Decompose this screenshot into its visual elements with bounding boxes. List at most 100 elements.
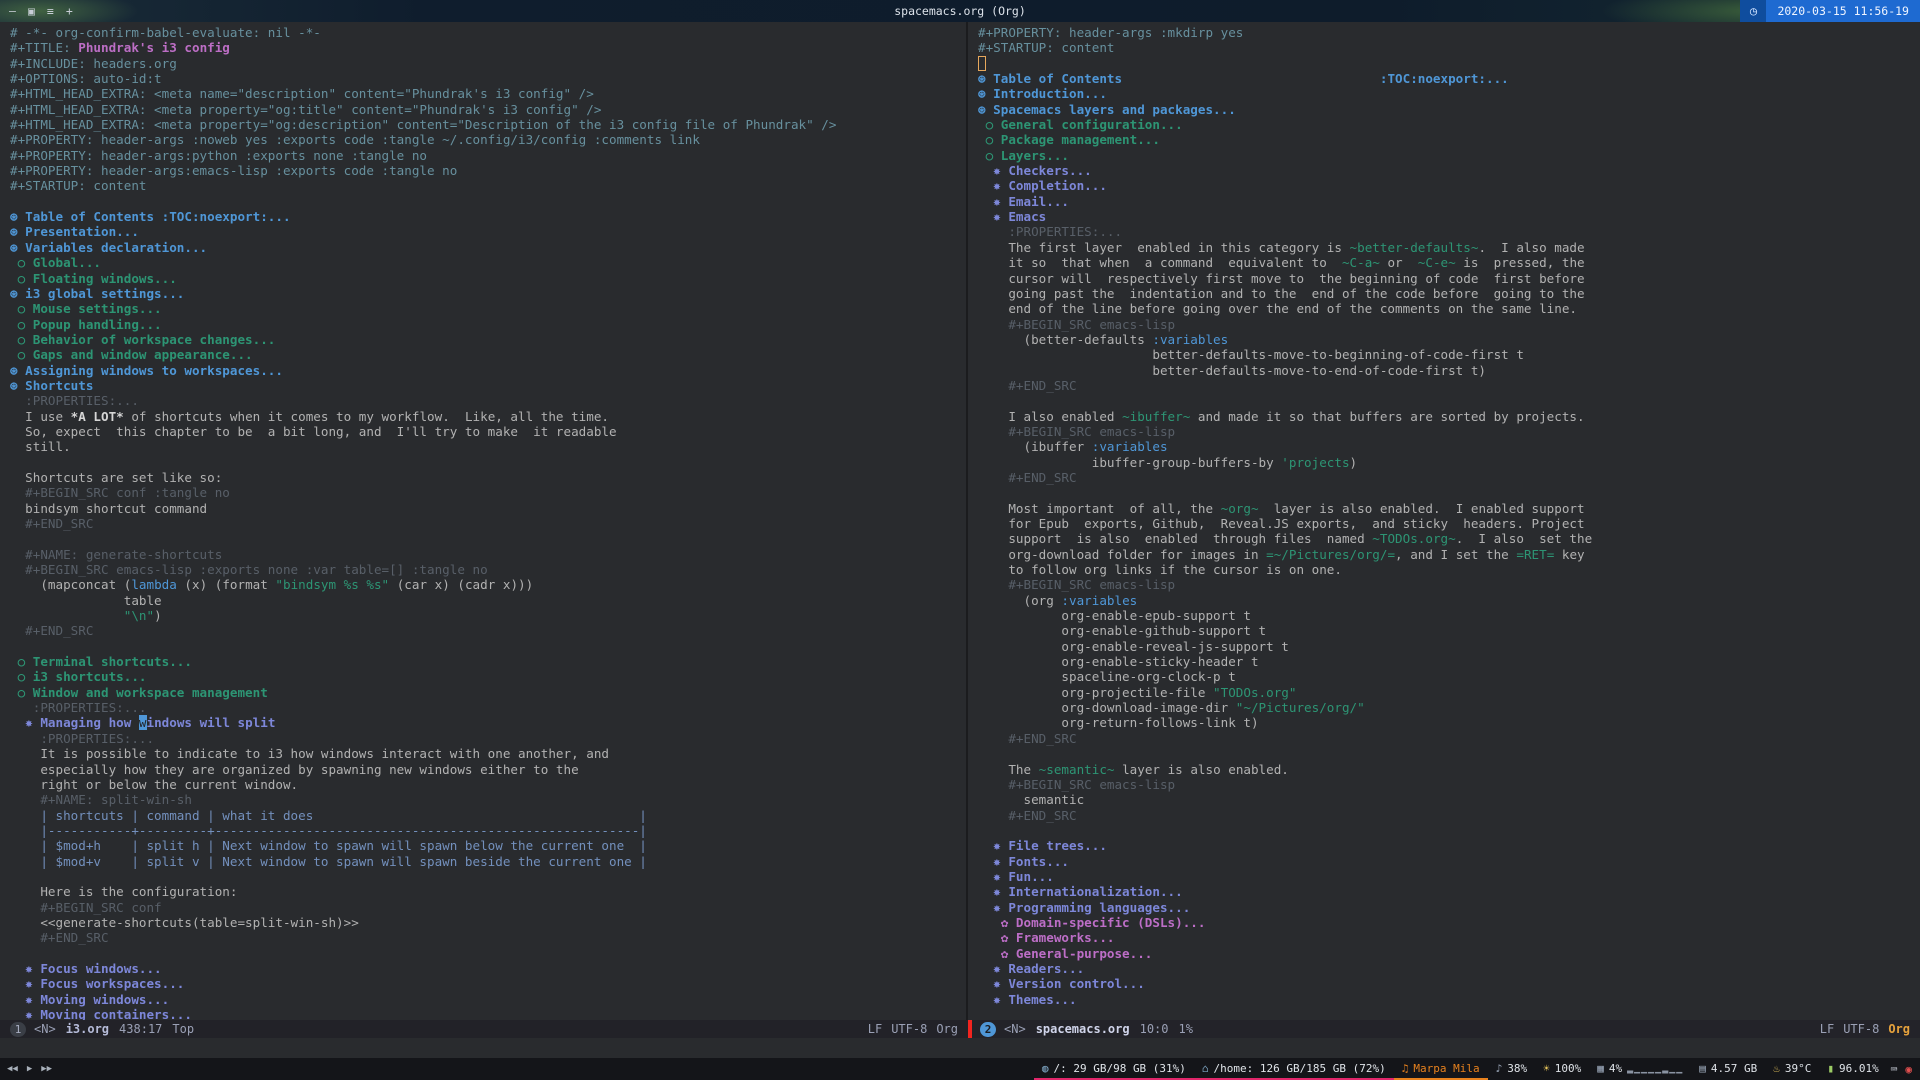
buffer-line[interactable]: #+INCLUDE: headers.org <box>10 56 966 71</box>
buffer-line[interactable]: :PROPERTIES:... <box>978 224 1920 239</box>
buffer-line[interactable]: especially how they are organized by spa… <box>10 762 966 777</box>
buffer-line[interactable]: ✸ Themes... <box>978 992 1920 1007</box>
buffer-line[interactable]: |-----------+---------+-----------------… <box>10 823 966 838</box>
buffer-line[interactable]: ⊛ Presentation... <box>10 224 966 239</box>
module-mpd-song[interactable]: ♫ Marpa Mila <box>1393 1058 1488 1080</box>
buffer-line[interactable]: (better-defaults :variables <box>978 332 1920 347</box>
buffer-line[interactable] <box>978 56 1920 71</box>
buffer-line[interactable]: #+NAME: split-win-sh <box>10 792 966 807</box>
buffer-line[interactable]: spaceline-org-clock-p t <box>978 669 1920 684</box>
buffer-line[interactable]: | $mod+v | split v | Next window to spaw… <box>10 854 966 869</box>
buffer-line[interactable]: ✿ General-purpose... <box>978 946 1920 961</box>
buffer-line[interactable] <box>978 823 1920 838</box>
buffer-line[interactable]: going past the indentation and to the en… <box>978 286 1920 301</box>
buffer-line[interactable]: ○ Layers... <box>978 148 1920 163</box>
buffer-line[interactable]: org-return-follows-link t) <box>978 715 1920 730</box>
buffer-line[interactable]: org-enable-reveal-js-support t <box>978 639 1920 654</box>
buffer-line[interactable]: table <box>10 593 966 608</box>
buffer-line[interactable]: ✸ Completion... <box>978 178 1920 193</box>
buffer-line[interactable]: #+PROPERTY: header-args :mkdirp yes <box>978 25 1920 40</box>
buffer-line[interactable]: ○ i3 shortcuts... <box>10 669 966 684</box>
buffer-line[interactable]: right or below the current window. <box>10 777 966 792</box>
buffer-line[interactable]: Most important of all, the ~org~ layer i… <box>978 501 1920 516</box>
buffer-line[interactable]: ibuffer-group-buffers-by 'projects) <box>978 455 1920 470</box>
buffer-line[interactable]: ✸ Fonts... <box>978 854 1920 869</box>
buffer-line[interactable]: ○ Behavior of workspace changes... <box>10 332 966 347</box>
buffer-line[interactable]: org-enable-sticky-header t <box>978 654 1920 669</box>
buffer-line[interactable]: ✸ Fun... <box>978 869 1920 884</box>
buffer-line[interactable]: "\n") <box>10 608 966 623</box>
buffer-line[interactable]: ⊛ Shortcuts <box>10 378 966 393</box>
buffer-line[interactable]: org-projectile-file "TODOs.org" <box>978 685 1920 700</box>
buffer-line[interactable]: ○ Package management... <box>978 132 1920 147</box>
buffer-line[interactable]: ✿ Domain-specific (DSLs)... <box>978 915 1920 930</box>
buffer-line[interactable]: ○ Popup handling... <box>10 317 966 332</box>
new-window-icon[interactable]: + <box>66 4 73 18</box>
buffer-line[interactable]: #+HTML_HEAD_EXTRA: <meta name="descripti… <box>10 86 966 101</box>
buffer-line[interactable]: I use *A LOT* of shortcuts when it comes… <box>10 409 966 424</box>
buffer-line[interactable]: ✸ Programming languages... <box>978 900 1920 915</box>
buffer-line[interactable]: org-download-image-dir "~/Pictures/org/" <box>978 700 1920 715</box>
buffer-line[interactable]: ⊛ Introduction... <box>978 86 1920 101</box>
buffer-line[interactable]: ⊛ Table of Contents :TOC:noexport:... <box>978 71 1920 86</box>
buffer-line[interactable]: ⊛ Table of Contents :TOC:noexport:... <box>10 209 966 224</box>
buffer-line[interactable]: #+BEGIN_SRC conf :tangle no <box>10 485 966 500</box>
buffer-line[interactable]: ✸ Moving windows... <box>10 992 966 1007</box>
buffer-line[interactable]: #+BEGIN_SRC emacs-lisp <box>978 777 1920 792</box>
buffer-line[interactable]: #+STARTUP: content <box>10 178 966 193</box>
buffer-line[interactable]: org-download folder for images in =~/Pic… <box>978 547 1920 562</box>
buffer-line[interactable]: better-defaults-move-to-end-of-code-firs… <box>978 363 1920 378</box>
buffer-line[interactable]: to follow org links if the cursor is on … <box>978 562 1920 577</box>
buffer-line[interactable]: # -*- org-confirm-babel-evaluate: nil -*… <box>10 25 966 40</box>
buffer-line[interactable]: Here is the configuration: <box>10 884 966 899</box>
buffer-line[interactable]: ✿ Frameworks... <box>978 930 1920 945</box>
buffer-line[interactable]: | $mod+h | split h | Next window to spaw… <box>10 838 966 853</box>
buffer-line[interactable]: The first layer enabled in this category… <box>978 240 1920 255</box>
buffer-line[interactable]: ✸ Readers... <box>978 961 1920 976</box>
buffer-line[interactable]: semantic <box>978 792 1920 807</box>
next-icon[interactable]: ▶▶ <box>41 1064 52 1074</box>
buffer-line[interactable]: #+PROPERTY: header-args :noweb yes :expo… <box>10 132 966 147</box>
layout-list-icon[interactable]: ≡ <box>47 4 54 18</box>
buffer-line[interactable]: ○ Global... <box>10 255 966 270</box>
buffer-line[interactable]: #+END_SRC <box>10 623 966 638</box>
buffer-line[interactable] <box>978 746 1920 761</box>
play-icon[interactable]: ▶ <box>27 1064 32 1074</box>
buffer-line[interactable]: #+BEGIN_SRC emacs-lisp <box>978 577 1920 592</box>
buffer-line[interactable]: ⊛ Spacemacs layers and packages... <box>978 102 1920 117</box>
buffer-line[interactable]: ○ Gaps and window appearance... <box>10 347 966 362</box>
buffer-line[interactable]: org-enable-epub-support t <box>978 608 1920 623</box>
buffer-line[interactable] <box>10 869 966 884</box>
buffer-line[interactable]: It is possible to indicate to i3 how win… <box>10 746 966 761</box>
buffer-line[interactable]: still. <box>10 439 966 454</box>
buffer-line[interactable]: ✸ Internationalization... <box>978 884 1920 899</box>
buffer-line[interactable]: #+TITLE: Phundrak's i3 config <box>10 40 966 55</box>
buffer-line[interactable]: #+END_SRC <box>10 516 966 531</box>
buffer-line[interactable]: #+BEGIN_SRC emacs-lisp <box>978 424 1920 439</box>
buffer-line[interactable]: ✸ Version control... <box>978 976 1920 991</box>
buffer-line[interactable]: ✸ Email... <box>978 194 1920 209</box>
editor-window-spacemacs-org[interactable]: #+PROPERTY: header-args :mkdirp yes #+STA… <box>968 22 1920 1020</box>
editor-window-i3-org[interactable]: # -*- org-confirm-babel-evaluate: nil -*… <box>0 22 966 1020</box>
buffer-line[interactable]: #+END_SRC <box>978 470 1920 485</box>
buffer-line[interactable]: The ~semantic~ layer is also enabled. <box>978 762 1920 777</box>
buffer-line[interactable]: #+BEGIN_SRC emacs-lisp :exports none :va… <box>10 562 966 577</box>
buffer-line[interactable] <box>10 639 966 654</box>
buffer-line[interactable]: Shortcuts are set like so: <box>10 470 966 485</box>
buffer-line[interactable]: #+HTML_HEAD_EXTRA: <meta property="og:de… <box>10 117 966 132</box>
module-volume[interactable]: ♪ 38% <box>1488 1058 1536 1080</box>
buffer-line[interactable]: I also enabled ~ibuffer~ and made it so … <box>978 409 1920 424</box>
buffer-line[interactable]: ⊛ Assigning windows to workspaces... <box>10 363 966 378</box>
keyboard-icon[interactable]: ⌨ <box>1891 1063 1898 1076</box>
buffer-line[interactable]: cursor will respectively first move to t… <box>978 271 1920 286</box>
previous-icon[interactable]: ◀◀ <box>7 1064 18 1074</box>
buffer-line[interactable]: ✸ Emacs <box>978 209 1920 224</box>
buffer-line[interactable]: ✸ Focus workspaces... <box>10 976 966 991</box>
buffer-line[interactable] <box>978 485 1920 500</box>
buffer-line[interactable]: #+OPTIONS: auto-id:t <box>10 71 966 86</box>
buffer-line[interactable]: ✸ Focus windows... <box>10 961 966 976</box>
buffer-line[interactable]: ○ Window and workspace management <box>10 685 966 700</box>
buffer-line[interactable]: it so that when a command equivalent to … <box>978 255 1920 270</box>
buffer-line[interactable]: :PROPERTIES:... <box>10 700 966 715</box>
buffer-line[interactable]: org-enable-github-support t <box>978 623 1920 638</box>
